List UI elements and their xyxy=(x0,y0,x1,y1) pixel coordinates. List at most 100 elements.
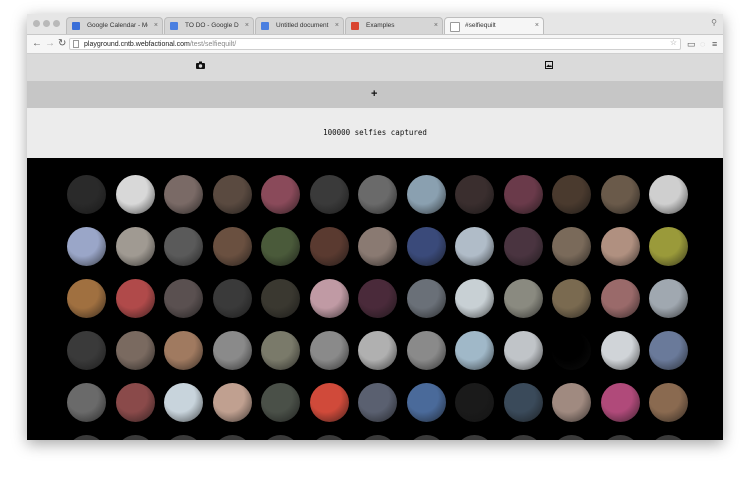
selfie-thumbnail[interactable] xyxy=(116,175,155,214)
selfie-thumbnail[interactable] xyxy=(67,331,106,370)
selfie-thumbnail[interactable] xyxy=(213,227,252,266)
selfie-thumbnail[interactable] xyxy=(261,175,300,214)
image-icon[interactable] xyxy=(545,61,553,73)
selfie-thumbnail[interactable] xyxy=(116,383,155,422)
selfie-thumbnail[interactable] xyxy=(649,435,688,440)
close-window-icon[interactable] xyxy=(33,20,40,27)
tab-close-icon[interactable]: × xyxy=(245,18,249,34)
selfie-thumbnail[interactable] xyxy=(601,279,640,318)
selfie-thumbnail[interactable] xyxy=(455,279,494,318)
selfie-thumbnail[interactable] xyxy=(504,435,543,440)
selfie-thumbnail[interactable] xyxy=(358,175,397,214)
selfie-thumbnail[interactable] xyxy=(310,279,349,318)
selfie-thumbnail[interactable] xyxy=(601,383,640,422)
selfie-thumbnail[interactable] xyxy=(310,331,349,370)
selfie-thumbnail[interactable] xyxy=(649,331,688,370)
selfie-thumbnail[interactable] xyxy=(213,435,252,440)
forward-icon[interactable]: → xyxy=(45,37,55,51)
extension-icon[interactable]: ▭ xyxy=(687,37,696,51)
menu-icon[interactable]: ≡ xyxy=(712,37,717,51)
browser-tab[interactable]: Examples × xyxy=(345,17,443,34)
selfie-thumbnail[interactable] xyxy=(310,435,349,440)
selfie-thumbnail[interactable] xyxy=(67,175,106,214)
selfie-thumbnail[interactable] xyxy=(601,175,640,214)
selfie-thumbnail[interactable] xyxy=(649,279,688,318)
back-icon[interactable]: ← xyxy=(32,37,42,51)
selfie-thumbnail[interactable] xyxy=(116,435,155,440)
browser-tab[interactable]: #selfiequilt × xyxy=(444,17,544,34)
selfie-thumbnail[interactable] xyxy=(213,383,252,422)
selfie-thumbnail[interactable] xyxy=(504,331,543,370)
selfie-thumbnail[interactable] xyxy=(67,227,106,266)
selfie-thumbnail[interactable] xyxy=(358,331,397,370)
star-icon[interactable]: ☆ xyxy=(670,38,677,47)
selfie-thumbnail[interactable] xyxy=(552,279,591,318)
selfie-thumbnail[interactable] xyxy=(164,227,203,266)
browser-tab[interactable]: TO DO - Google Docs × xyxy=(164,17,254,34)
selfie-thumbnail[interactable] xyxy=(358,227,397,266)
selfie-thumbnail[interactable] xyxy=(504,279,543,318)
selfie-thumbnail[interactable] xyxy=(455,383,494,422)
selfie-thumbnail[interactable] xyxy=(358,279,397,318)
selfie-thumbnail[interactable] xyxy=(455,175,494,214)
selfie-thumbnail[interactable] xyxy=(407,175,446,214)
selfie-thumbnail[interactable] xyxy=(261,383,300,422)
selfie-thumbnail[interactable] xyxy=(67,383,106,422)
selfie-thumbnail[interactable] xyxy=(213,331,252,370)
selfie-thumbnail[interactable] xyxy=(164,435,203,440)
selfie-thumbnail[interactable] xyxy=(213,175,252,214)
tab-close-icon[interactable]: × xyxy=(434,18,438,34)
selfie-thumbnail[interactable] xyxy=(310,383,349,422)
selfie-thumbnail[interactable] xyxy=(358,383,397,422)
plus-icon[interactable]: + xyxy=(371,88,377,100)
selfie-thumbnail[interactable] xyxy=(261,279,300,318)
selfie-thumbnail[interactable] xyxy=(407,383,446,422)
selfie-thumbnail[interactable] xyxy=(310,175,349,214)
selfie-thumbnail[interactable] xyxy=(67,279,106,318)
selfie-thumbnail[interactable] xyxy=(116,227,155,266)
selfie-thumbnail[interactable] xyxy=(504,227,543,266)
selfie-thumbnail[interactable] xyxy=(504,175,543,214)
selfie-thumbnail[interactable] xyxy=(601,331,640,370)
selfie-thumbnail[interactable] xyxy=(407,227,446,266)
selfie-thumbnail[interactable] xyxy=(649,175,688,214)
selfie-thumbnail[interactable] xyxy=(407,279,446,318)
selfie-thumbnail[interactable] xyxy=(164,331,203,370)
reload-icon[interactable]: ↻ xyxy=(58,37,66,51)
selfie-thumbnail[interactable] xyxy=(455,227,494,266)
selfie-thumbnail[interactable] xyxy=(407,331,446,370)
selfie-thumbnail[interactable] xyxy=(67,435,106,440)
selfie-thumbnail[interactable] xyxy=(261,331,300,370)
selfie-thumbnail[interactable] xyxy=(310,227,349,266)
selfie-thumbnail[interactable] xyxy=(358,435,397,440)
selfie-thumbnail[interactable] xyxy=(261,227,300,266)
tab-close-icon[interactable]: × xyxy=(335,18,339,34)
selfie-thumbnail[interactable] xyxy=(552,175,591,214)
selfie-thumbnail[interactable] xyxy=(552,227,591,266)
selfie-thumbnail[interactable] xyxy=(164,175,203,214)
profile-icon[interactable]: ⚲ xyxy=(711,18,717,27)
tab-close-icon[interactable]: × xyxy=(154,18,158,34)
address-bar[interactable]: playground.cntb.webfactional.com/test/se… xyxy=(69,38,681,50)
selfie-thumbnail[interactable] xyxy=(261,435,300,440)
tab-close-icon[interactable]: × xyxy=(535,18,539,34)
selfie-thumbnail[interactable] xyxy=(164,279,203,318)
selfie-thumbnail[interactable] xyxy=(407,435,446,440)
selfie-thumbnail[interactable] xyxy=(116,279,155,318)
selfie-thumbnail[interactable] xyxy=(213,279,252,318)
selfie-thumbnail[interactable] xyxy=(455,435,494,440)
selfie-thumbnail[interactable] xyxy=(649,383,688,422)
minimize-window-icon[interactable] xyxy=(43,20,50,27)
camera-icon[interactable] xyxy=(196,61,205,73)
browser-tab[interactable]: Google Calendar - Month × xyxy=(66,17,163,34)
maximize-window-icon[interactable] xyxy=(53,20,60,27)
selfie-thumbnail[interactable] xyxy=(552,435,591,440)
selfie-thumbnail[interactable] xyxy=(601,227,640,266)
selfie-thumbnail[interactable] xyxy=(552,331,591,370)
selfie-thumbnail[interactable] xyxy=(649,227,688,266)
selfie-thumbnail[interactable] xyxy=(552,383,591,422)
browser-tab[interactable]: Untitled document - Goog × xyxy=(255,17,344,34)
selfie-thumbnail[interactable] xyxy=(455,331,494,370)
extension-2-icon[interactable]: ◌ xyxy=(700,37,705,51)
selfie-thumbnail[interactable] xyxy=(116,331,155,370)
